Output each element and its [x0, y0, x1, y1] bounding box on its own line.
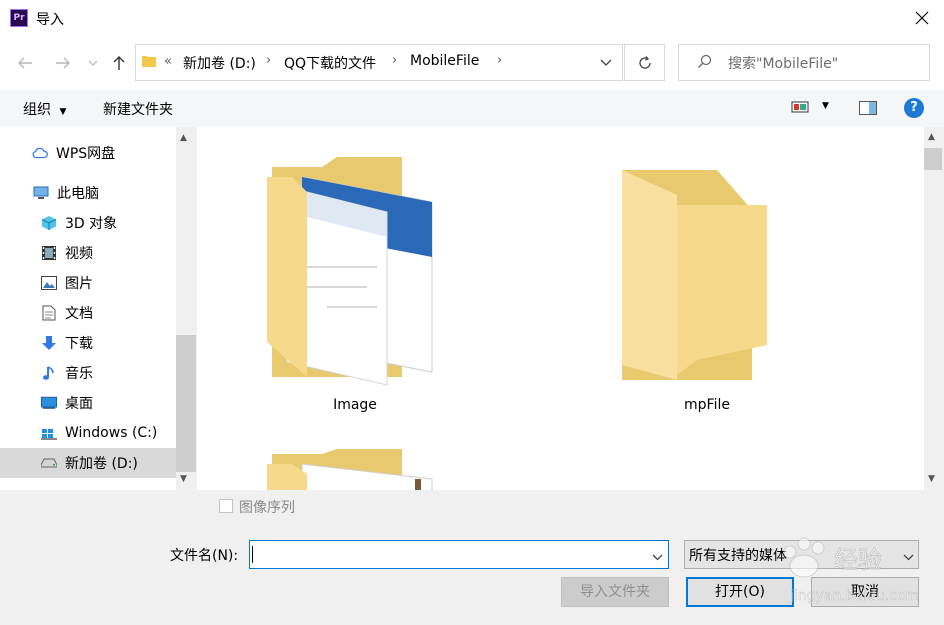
sidebar-item-drive-d[interactable]: 新加卷 (D:)	[0, 448, 196, 478]
filename-input[interactable]	[249, 540, 669, 569]
refresh-icon	[638, 55, 651, 69]
breadcrumb-separator[interactable]: ›	[266, 53, 271, 68]
sidebar-item-label: 文档	[65, 306, 93, 322]
filename-label: 文件名(N):	[170, 548, 239, 564]
chevron-down-icon	[652, 554, 663, 561]
sidebar-item-label: Windows (C:)	[65, 425, 158, 441]
new-folder-button[interactable]: 新建文件夹	[103, 99, 173, 119]
sidebar-item-downloads[interactable]: 下载	[0, 328, 196, 358]
view-options-caret-icon[interactable]: ▼	[822, 101, 829, 111]
cloud-icon	[32, 145, 48, 161]
svg-text:jingyan.baidu.com: jingyan.baidu.com	[789, 588, 919, 604]
sidebar-item-label: 桌面	[65, 396, 93, 412]
sidebar-item-label: 视频	[65, 246, 93, 262]
chevron-down-icon	[88, 60, 98, 66]
arrow-up-icon	[113, 56, 125, 70]
scroll-up-icon[interactable]: ▲	[928, 132, 935, 142]
document-icon	[41, 305, 57, 321]
folder-item[interactable]	[267, 157, 437, 417]
sidebar-item-desktop[interactable]: 桌面	[0, 388, 196, 418]
picture-icon	[41, 275, 57, 291]
music-icon	[41, 365, 57, 381]
recent-locations-button[interactable]	[84, 52, 102, 74]
forward-button[interactable]	[50, 50, 76, 76]
drive-d-icon	[41, 455, 57, 471]
close-button[interactable]	[900, 0, 944, 36]
sidebar-item-this-pc[interactable]: 此电脑	[0, 178, 196, 208]
sidebar-item-wps-cloud[interactable]: WPS网盘	[0, 138, 196, 168]
content-scrollbar[interactable]	[924, 127, 942, 490]
svg-text:经验: 经验	[834, 546, 882, 574]
drive-c-icon	[41, 425, 57, 441]
folder-name: mpFile	[684, 397, 730, 413]
folder-with-preview-icon	[267, 449, 433, 490]
sidebar-item-documents[interactable]: 文档	[0, 298, 196, 328]
navigation-pane: WPS网盘 此电脑 3D 对象 视频 图片 文档 下载 音乐 桌面 Window…	[0, 127, 196, 490]
sidebar-item-drive-c[interactable]: Windows (C:)	[0, 418, 196, 448]
sidebar-item-pictures[interactable]: 图片	[0, 268, 196, 298]
help-button[interactable]: ?	[904, 98, 924, 118]
view-icon	[791, 101, 809, 113]
folder-item[interactable]	[267, 449, 437, 490]
premiere-app-icon: Pr	[10, 9, 28, 27]
content-scrollbar-thumb[interactable]	[924, 148, 942, 170]
scroll-down-icon[interactable]: ▼	[180, 474, 187, 484]
preview-pane-button[interactable]	[859, 101, 877, 119]
preview-pane-icon	[859, 101, 877, 115]
sidebar-item-label: 此电脑	[57, 186, 99, 202]
title-bar	[0, 0, 944, 36]
change-view-button[interactable]	[791, 100, 809, 118]
folder-name: Image	[333, 397, 377, 413]
sidebar-item-label: 3D 对象	[65, 216, 118, 232]
breadcrumb-mobilefile[interactable]: MobileFile	[410, 53, 479, 69]
up-button[interactable]	[107, 50, 131, 76]
sidebar-item-music[interactable]: 音乐	[0, 358, 196, 388]
sidebar-scrollbar-thumb[interactable]	[176, 335, 196, 472]
sidebar-item-label: 新加卷 (D:)	[65, 456, 138, 472]
sidebar-item-label: 图片	[65, 276, 93, 292]
folder-icon	[142, 54, 156, 68]
arrow-left-icon	[18, 57, 32, 69]
folder-item[interactable]	[617, 165, 777, 395]
folder-with-preview-icon	[267, 157, 433, 386]
scroll-down-icon[interactable]: ▼	[928, 474, 935, 484]
breadcrumb-overflow[interactable]: «	[164, 54, 172, 69]
download-icon	[41, 335, 57, 351]
film-icon	[41, 245, 57, 261]
arrow-right-icon	[56, 57, 70, 69]
baidu-jingyan-watermark: 经验 jingyan.baidu.com	[770, 530, 940, 610]
text-caret	[252, 546, 253, 563]
image-sequence-label: 图像序列	[239, 500, 295, 516]
sidebar-item-label: 下载	[65, 336, 93, 352]
caret-down-icon: ▼	[59, 107, 67, 117]
sidebar-item-label: WPS网盘	[56, 146, 116, 162]
search-input[interactable]: 搜索"MobileFile"	[728, 53, 838, 73]
close-icon	[915, 11, 929, 25]
back-button[interactable]	[12, 50, 38, 76]
sidebar-item-videos[interactable]: 视频	[0, 238, 196, 268]
breadcrumb-drive-d[interactable]: 新加卷 (D:)	[183, 53, 256, 73]
window-title: 导入	[36, 12, 64, 28]
sidebar-item-label: 音乐	[65, 366, 93, 382]
breadcrumb-separator[interactable]: ›	[392, 53, 397, 68]
image-sequence-checkbox[interactable]	[219, 499, 233, 513]
sidebar-item-3d-objects[interactable]: 3D 对象	[0, 208, 196, 238]
computer-icon	[33, 185, 49, 201]
search-icon	[697, 54, 712, 73]
import-folder-button[interactable]: 导入文件夹	[561, 577, 669, 607]
file-list: Image mpFile	[197, 127, 924, 490]
organize-menu[interactable]: 组织 ▼	[23, 99, 66, 119]
address-dropdown-button[interactable]	[588, 44, 623, 81]
organize-label: 组织	[23, 102, 51, 118]
filename-dropdown-button[interactable]	[652, 549, 663, 565]
folder-icon	[622, 170, 767, 380]
chevron-down-icon	[600, 59, 612, 66]
cube-icon	[41, 215, 57, 231]
breadcrumb-separator[interactable]: ›	[497, 53, 502, 68]
refresh-button[interactable]	[624, 44, 665, 81]
scroll-up-icon[interactable]: ▲	[180, 133, 187, 143]
breadcrumb-qq-downloads[interactable]: QQ下载的文件	[284, 53, 376, 73]
desktop-icon	[41, 395, 57, 411]
